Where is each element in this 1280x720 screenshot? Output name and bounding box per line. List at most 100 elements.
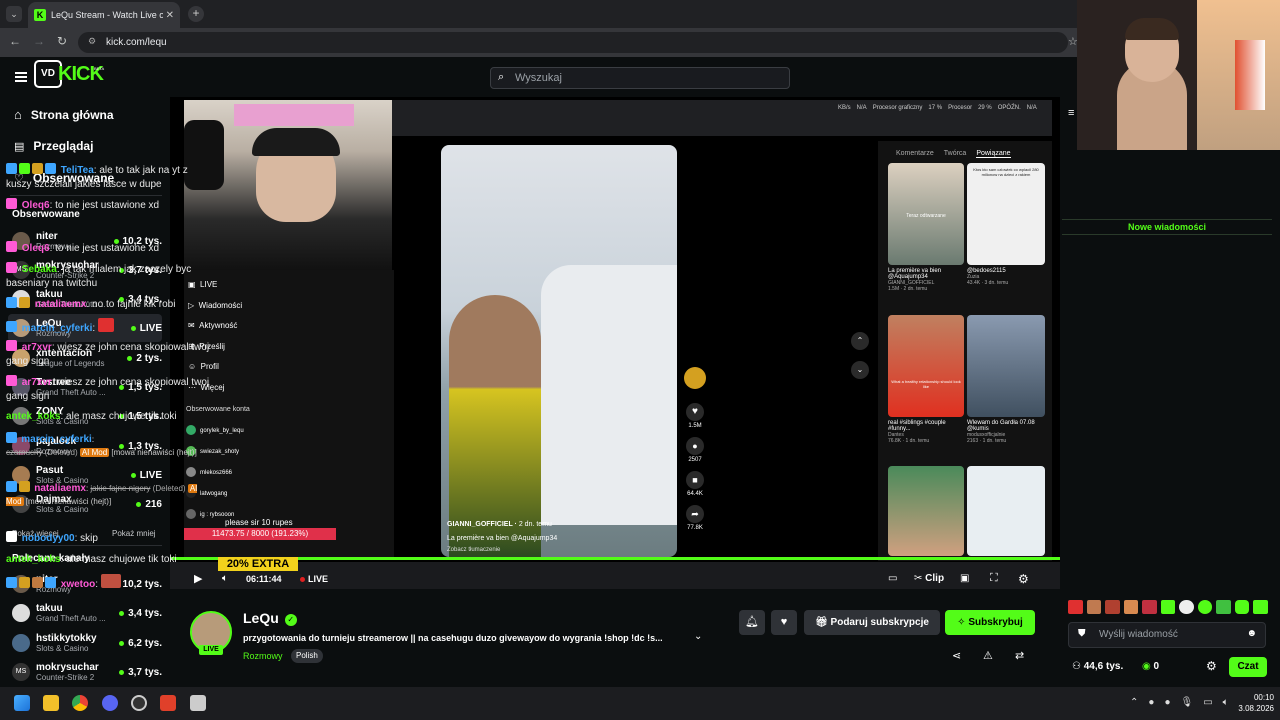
mic-icon[interactable]: 🎙︎ [1180,697,1193,708]
send-chat-button[interactable]: Czat [1229,657,1267,677]
chat-username[interactable]: Oleq6 [22,243,50,254]
tab-search-button[interactable]: ⌄ [6,6,22,22]
related-video-card[interactable] [888,466,964,556]
streamer-name[interactable]: LeQu ✓ [243,610,297,626]
close-tab-icon[interactable]: ✕ [166,10,174,21]
windows-start-icon[interactable] [14,695,30,711]
related-video-card[interactable]: Teraz odtwarzane La première va bien @Aq… [888,163,964,292]
reload-icon[interactable]: ↻ [57,34,67,48]
emote-icon[interactable] [1105,600,1120,614]
recommended-channel[interactable]: hstikkytokky Slots & Casino 6,2 tys. [8,629,162,657]
notification-bell-button[interactable]: 🔔︎ [739,610,765,635]
chat-username[interactable]: ar7xvr [22,342,52,353]
chat-message-input[interactable]: ⛊ Wyślij wiadomość ☻ [1068,622,1266,648]
comment-icon[interactable]: ● [686,437,704,455]
nav-home[interactable]: ⌂ Strona główna [14,107,114,122]
new-tab-button[interactable]: + [188,6,204,22]
emote-icon[interactable] [1068,600,1083,614]
video-progress-bar[interactable] [170,557,1060,560]
tray-app-icon[interactable]: ● [1148,697,1154,708]
channel-points[interactable]: ◉ 0 [1142,661,1159,672]
back-arrow-icon[interactable]: ← [9,34,21,48]
chat-username[interactable]: ar7xvr [22,377,52,388]
save-icon[interactable]: ■ [686,471,704,489]
report-warning-icon[interactable]: ⚠ [983,649,993,662]
chat-username[interactable]: nataliaemx [34,483,86,494]
tray-app-icon[interactable]: ● [1164,697,1170,708]
chat-username[interactable]: Oleq6 [22,200,50,211]
obs-icon[interactable] [131,695,147,711]
chat-username[interactable]: nobodyy00 [22,533,75,544]
more-options-icon[interactable]: ⇄ [1015,649,1024,662]
hamburger-menu-icon[interactable] [15,72,27,82]
recommended-channel[interactable]: MS mokrysuchar Counter-Strike 2 3,7 tys. [8,658,162,686]
prev-video-icon[interactable]: ⌃ [851,332,869,350]
related-video-card[interactable]: What a healthy relationship should look … [888,315,964,444]
expand-title-chevron-icon[interactable]: ⌄ [694,631,702,642]
emote-icon[interactable] [1216,600,1231,614]
network-icon[interactable]: ▭ [1203,697,1212,708]
emote-icon[interactable] [1179,600,1194,614]
file-explorer-icon[interactable] [43,695,59,711]
tray-chevron-icon[interactable]: ⌃ [1130,697,1138,708]
app-icon[interactable] [190,695,206,711]
fullscreen-icon[interactable]: ⛶ [990,572,998,585]
like-icon[interactable]: ♥ [686,403,704,421]
search-input[interactable]: ⌕ Wyszukaj [490,67,790,89]
settings-gear-icon[interactable]: ⚙ [1018,572,1029,586]
share-icon[interactable]: ➦ [686,505,704,523]
video-translate-link[interactable]: Zobacz tłumaczenie [447,547,500,553]
discord-icon[interactable] [102,695,118,711]
forward-arrow-icon[interactable]: → [33,34,45,48]
share-icon[interactable]: ⋖ [952,649,961,662]
tab-related[interactable]: Powiązane [976,150,1011,158]
clip-button[interactable]: ✂ Clip [914,573,944,584]
emote-icon[interactable] [1160,600,1176,614]
language-tag[interactable]: Polish [291,649,323,663]
emote-icon[interactable] [1197,600,1213,614]
subscribe-button[interactable]: ✧ Subskrybuj [945,610,1035,635]
pip-icon[interactable]: ▣ [960,573,969,584]
next-video-icon[interactable]: ⌄ [851,361,869,379]
theater-mode-icon[interactable]: ▭ [888,573,897,584]
related-video-card[interactable]: Wlewam do Gardła 07.08 @kumis modusxoffi… [967,315,1045,444]
url-field[interactable]: ⚙ kick.com/lequ [78,32,1068,53]
tab-creator[interactable]: Twórca [944,150,967,158]
emoji-picker-icon[interactable]: ☻ [1246,628,1257,639]
emote-icon[interactable] [1086,600,1102,614]
taskbar-clock[interactable]: 00:10 3.08.2026 [1230,692,1274,714]
tab-comments[interactable]: Komentarze [896,150,934,158]
creator-avatar[interactable] [684,367,706,389]
follow-heart-button[interactable]: ♥ [771,610,797,635]
emote-icon[interactable] [1142,600,1157,614]
kick-logo[interactable]: VD KICK BETA [34,60,104,88]
chrome-icon[interactable] [72,695,88,711]
browser-tab[interactable]: K LeQu Stream - Watch Live on K ✕ [28,2,180,28]
stream-category-link[interactable]: Rozmowy [243,651,283,661]
chat-username[interactable]: marcin_cyferki [22,323,93,334]
chat-username[interactable]: nataliaemx [35,299,87,310]
new-messages-divider[interactable]: Nowe wiadomości [1062,219,1272,235]
related-video-card[interactable]: Ktos kto sam czlowiek co wplacil 280 mil… [967,163,1045,286]
video-player[interactable]: KB/s N/A Procesor graficzny 17 % Procesor 29 … [170,97,1060,589]
related-video-card[interactable] [967,466,1045,556]
chat-username[interactable]: TeliTea [61,165,94,176]
chat-username[interactable]: antek_koks [6,411,60,422]
recommended-channel[interactable]: takuu Grand Theft Auto ... 3,4 tys. [8,599,162,627]
brave-icon[interactable] [160,695,176,711]
shield-icon[interactable]: ⛊ [1078,628,1086,639]
site-info-icon[interactable]: ⚙ [88,36,96,47]
chat-username[interactable]: Sebaka [22,264,57,275]
volume-icon[interactable]: 🔈︎ [222,573,228,584]
emote-icon[interactable] [1253,600,1269,614]
chat-settings-gear-icon[interactable]: ⚙ [1206,659,1217,673]
chat-username[interactable]: marcin_cyferki [21,434,92,445]
collapse-chat-icon[interactable]: ≡ [1068,107,1074,119]
chat-username[interactable]: antek_koks [6,554,60,565]
chat-username[interactable]: xwetoo [61,579,95,590]
emote-icon[interactable] [1234,600,1250,614]
gift-sub-button[interactable]: 🎁︎ Podaruj subskrypcje [804,610,940,635]
speaker-icon[interactable]: 🔈︎ [1223,697,1229,708]
nav-browse[interactable]: ▤ Przeglądaj [14,139,93,153]
tiktok-video[interactable]: GIANNI_GOFFICIEL · 2 dn. temu La premièr… [441,145,677,557]
